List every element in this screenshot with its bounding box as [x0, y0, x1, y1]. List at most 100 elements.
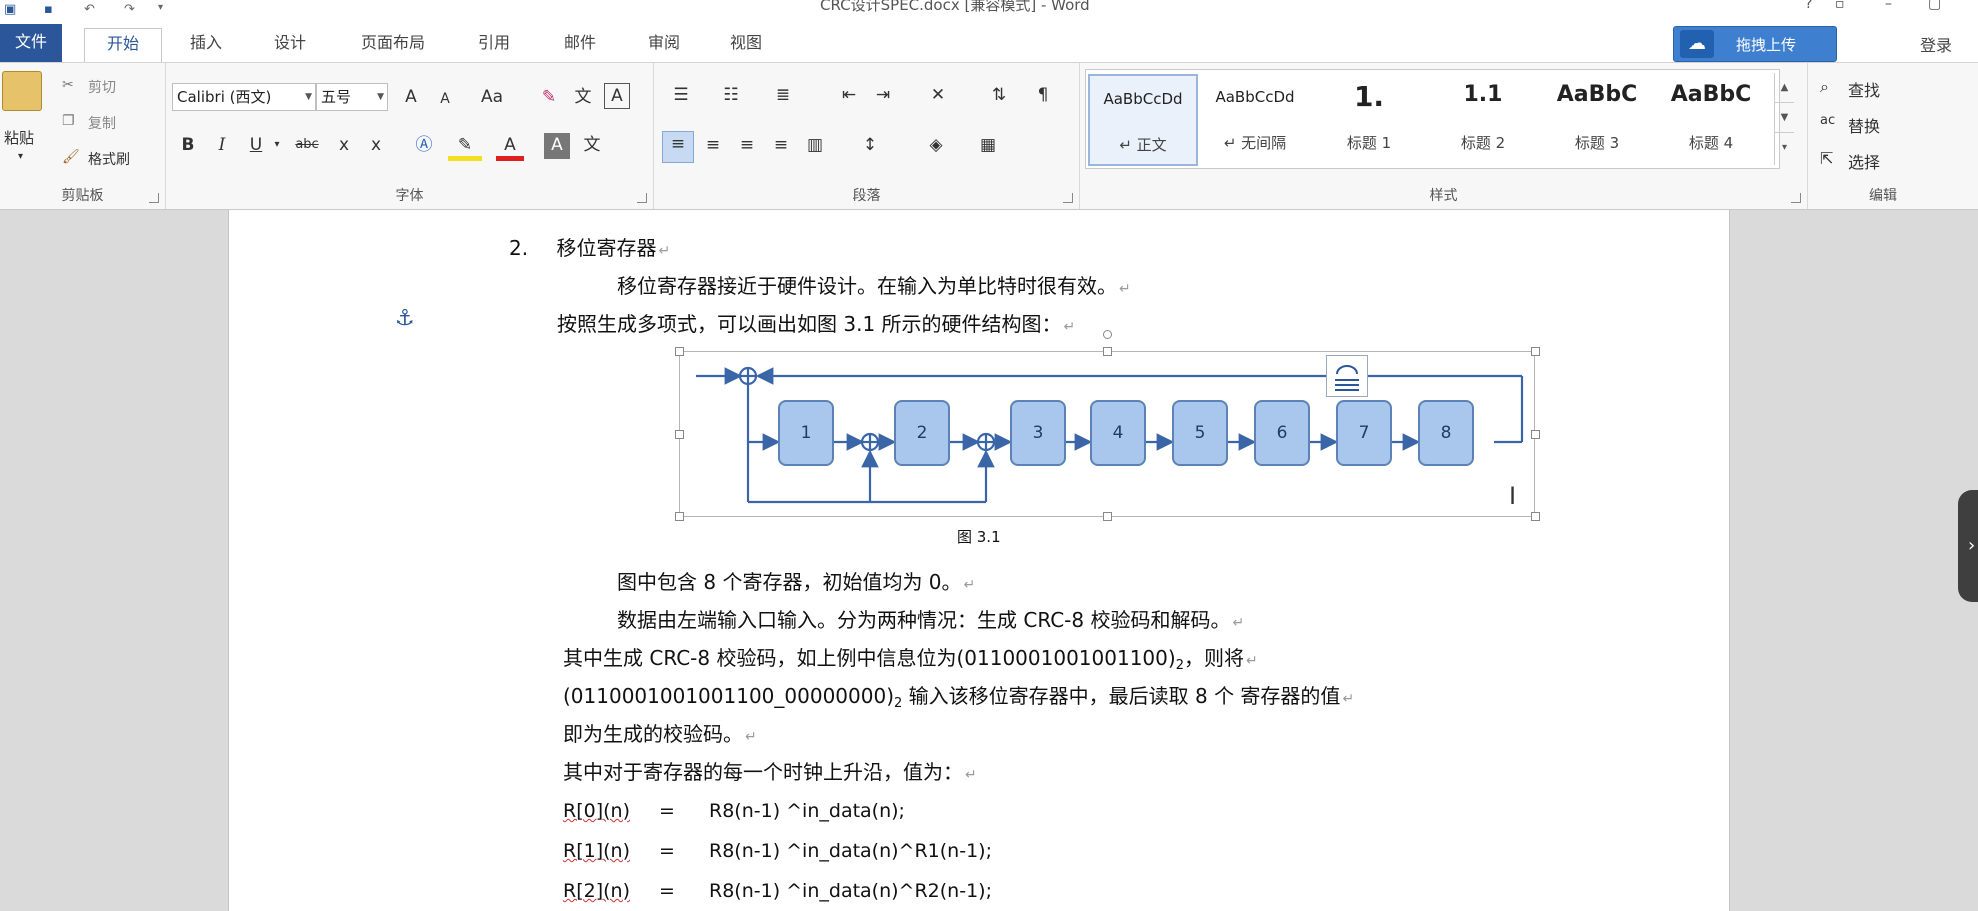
select-button[interactable]: 选择: [1848, 149, 1880, 173]
numbering-icon[interactable]: ☷: [714, 83, 748, 107]
cut-icon[interactable]: ✂: [62, 77, 74, 93]
login-link[interactable]: 登录: [1920, 32, 1952, 56]
style-no-spacing[interactable]: AaBbCcDd ↵ 无间隔: [1200, 74, 1310, 166]
decrease-indent-icon[interactable]: ⇤: [834, 83, 864, 107]
enclose-characters-icon[interactable]: 文: [578, 133, 606, 157]
style-heading-1[interactable]: 1. 标题 1: [1314, 74, 1424, 166]
strikethrough-icon[interactable]: abc: [290, 133, 324, 157]
tab-file[interactable]: 文件: [0, 24, 62, 62]
format-painter-button[interactable]: 格式刷: [88, 149, 130, 169]
paragraph-launcher-icon[interactable]: [1063, 193, 1073, 203]
style-heading-3[interactable]: AaBbC 标题 3: [1542, 74, 1652, 166]
sort-icon[interactable]: ⇅: [984, 83, 1014, 107]
style-name: ↵ 正文: [1119, 136, 1167, 154]
cut-button[interactable]: 剪切: [88, 77, 116, 97]
bold-icon[interactable]: B: [176, 133, 200, 157]
show-marks-icon[interactable]: ¶: [1028, 83, 1058, 107]
register-2: 2: [894, 400, 950, 466]
underline-dropdown-icon[interactable]: ▾: [270, 133, 284, 157]
paste-dropdown-icon[interactable]: ▾: [18, 151, 23, 162]
document-page[interactable]: 2. 移位寄存器 ↵ 移位寄存器接近于硬件设计。在输入为单比特时很有效。 ↵ 按照生…: [228, 210, 1730, 911]
style-heading-4[interactable]: AaBbC 标题 4: [1656, 74, 1766, 166]
font-group: Calibri (西文) ▼ 五号 ▼ A A Aa ✎ 文 A B I U ▾…: [166, 63, 654, 209]
layout-options-icon[interactable]: [1326, 355, 1368, 397]
styles-more-icon[interactable]: ▾: [1775, 133, 1794, 163]
undo-icon[interactable]: ↶: [84, 2, 95, 17]
bullets-icon[interactable]: ☰: [664, 83, 698, 107]
style-normal[interactable]: AaBbCcDd ↵ 正文: [1088, 74, 1198, 166]
grow-font-icon[interactable]: A: [398, 85, 424, 109]
equals-sign: =: [659, 840, 675, 862]
register-6: 6: [1254, 400, 1310, 466]
anchor-icon[interactable]: ⚓: [395, 306, 415, 331]
shift-register-diagram[interactable]: 1 2 3 4 5 6 7 8: [675, 330, 1540, 521]
tab-insert[interactable]: 插入: [178, 28, 234, 62]
tab-layout[interactable]: 页面布局: [350, 28, 436, 62]
tab-home[interactable]: 开始: [84, 28, 162, 62]
ribbon-tabs: 文件 开始 插入 设计 页面布局 引用 邮件 审阅 视图 ☁ 拖拽上传 登录: [0, 22, 1978, 62]
increase-indent-icon[interactable]: ⇥: [868, 83, 898, 107]
word-logo-icon[interactable]: ▣: [4, 2, 16, 17]
customize-icon[interactable]: ▾: [158, 2, 163, 13]
ribbon-display-icon[interactable]: ▫: [1835, 0, 1845, 12]
redo-icon[interactable]: ↷: [124, 2, 135, 17]
shading-icon[interactable]: ◈: [916, 133, 956, 157]
drag-upload-button[interactable]: ☁ 拖拽上传: [1673, 26, 1837, 62]
font-launcher-icon[interactable]: [637, 193, 647, 203]
font-family-select[interactable]: Calibri (西文) ▼: [172, 83, 316, 111]
heading-number: 2.: [509, 236, 529, 260]
equals-sign: =: [659, 800, 675, 822]
phonetic-guide-icon[interactable]: 文: [570, 85, 596, 109]
change-case-icon[interactable]: Aa: [472, 85, 512, 109]
chinese-layout-icon[interactable]: ✕: [918, 83, 958, 107]
shrink-font-icon[interactable]: A: [432, 87, 458, 111]
maximize-icon[interactable]: ▢: [1928, 0, 1941, 12]
italic-icon[interactable]: I: [210, 133, 234, 157]
paste-icon[interactable]: [2, 71, 42, 111]
align-left-icon[interactable]: ≡: [662, 131, 694, 163]
help-icon[interactable]: ?: [1805, 0, 1812, 12]
save-icon[interactable]: ▪: [44, 2, 53, 17]
subscript-icon[interactable]: x: [332, 133, 356, 157]
superscript-icon[interactable]: x: [364, 133, 388, 157]
style-sample: 1.1: [1463, 82, 1503, 107]
font-size-select[interactable]: 五号 ▼: [316, 83, 388, 111]
side-panel-toggle[interactable]: ›: [1958, 490, 1978, 602]
clear-formatting-icon[interactable]: ✎: [536, 85, 562, 109]
replace-icon: ac: [1820, 113, 1836, 128]
format-painter-icon[interactable]: 🖌: [62, 149, 80, 165]
tab-view[interactable]: 视图: [718, 28, 774, 62]
styles-scroll-up-icon[interactable]: ▲: [1775, 73, 1794, 103]
tab-design[interactable]: 设计: [262, 28, 318, 62]
tab-review[interactable]: 审阅: [636, 28, 692, 62]
justify-icon[interactable]: ≡: [766, 133, 796, 157]
paragraph-mark: ↵: [1119, 281, 1131, 297]
find-button[interactable]: 查找: [1848, 77, 1880, 101]
replace-button[interactable]: 替换: [1848, 113, 1880, 137]
paragraph-mark: ↵: [658, 243, 671, 259]
align-center-icon[interactable]: ≡: [698, 133, 728, 157]
line-spacing-icon[interactable]: ↕: [850, 133, 890, 157]
character-border-icon[interactable]: A: [604, 83, 630, 109]
highlight-color-icon[interactable]: ✎: [448, 133, 482, 161]
copy-button[interactable]: 复制: [88, 113, 116, 133]
style-sample: AaBbCcDd: [1103, 90, 1183, 108]
paste-button[interactable]: 粘贴: [4, 127, 34, 148]
styles-launcher-icon[interactable]: [1791, 193, 1801, 203]
minimize-icon[interactable]: –: [1885, 0, 1892, 12]
borders-icon[interactable]: ▦: [968, 133, 1008, 157]
style-heading-2[interactable]: 1.1 标题 2: [1428, 74, 1538, 166]
underline-icon[interactable]: U: [244, 133, 268, 157]
tab-references[interactable]: 引用: [466, 28, 522, 62]
font-color-icon[interactable]: A: [496, 133, 524, 161]
multilevel-list-icon[interactable]: ≣: [766, 83, 800, 107]
text-effects-icon[interactable]: Ⓐ: [410, 133, 438, 157]
character-shading-icon[interactable]: A: [544, 133, 570, 159]
copy-icon[interactable]: ❐: [62, 113, 75, 129]
rotate-handle-icon[interactable]: [1103, 330, 1112, 339]
distributed-icon[interactable]: ▥: [800, 133, 830, 157]
tab-mailings[interactable]: 邮件: [552, 28, 608, 62]
clipboard-launcher-icon[interactable]: [149, 193, 159, 203]
align-right-icon[interactable]: ≡: [732, 133, 762, 157]
styles-scroll-down-icon[interactable]: ▼: [1775, 103, 1794, 133]
